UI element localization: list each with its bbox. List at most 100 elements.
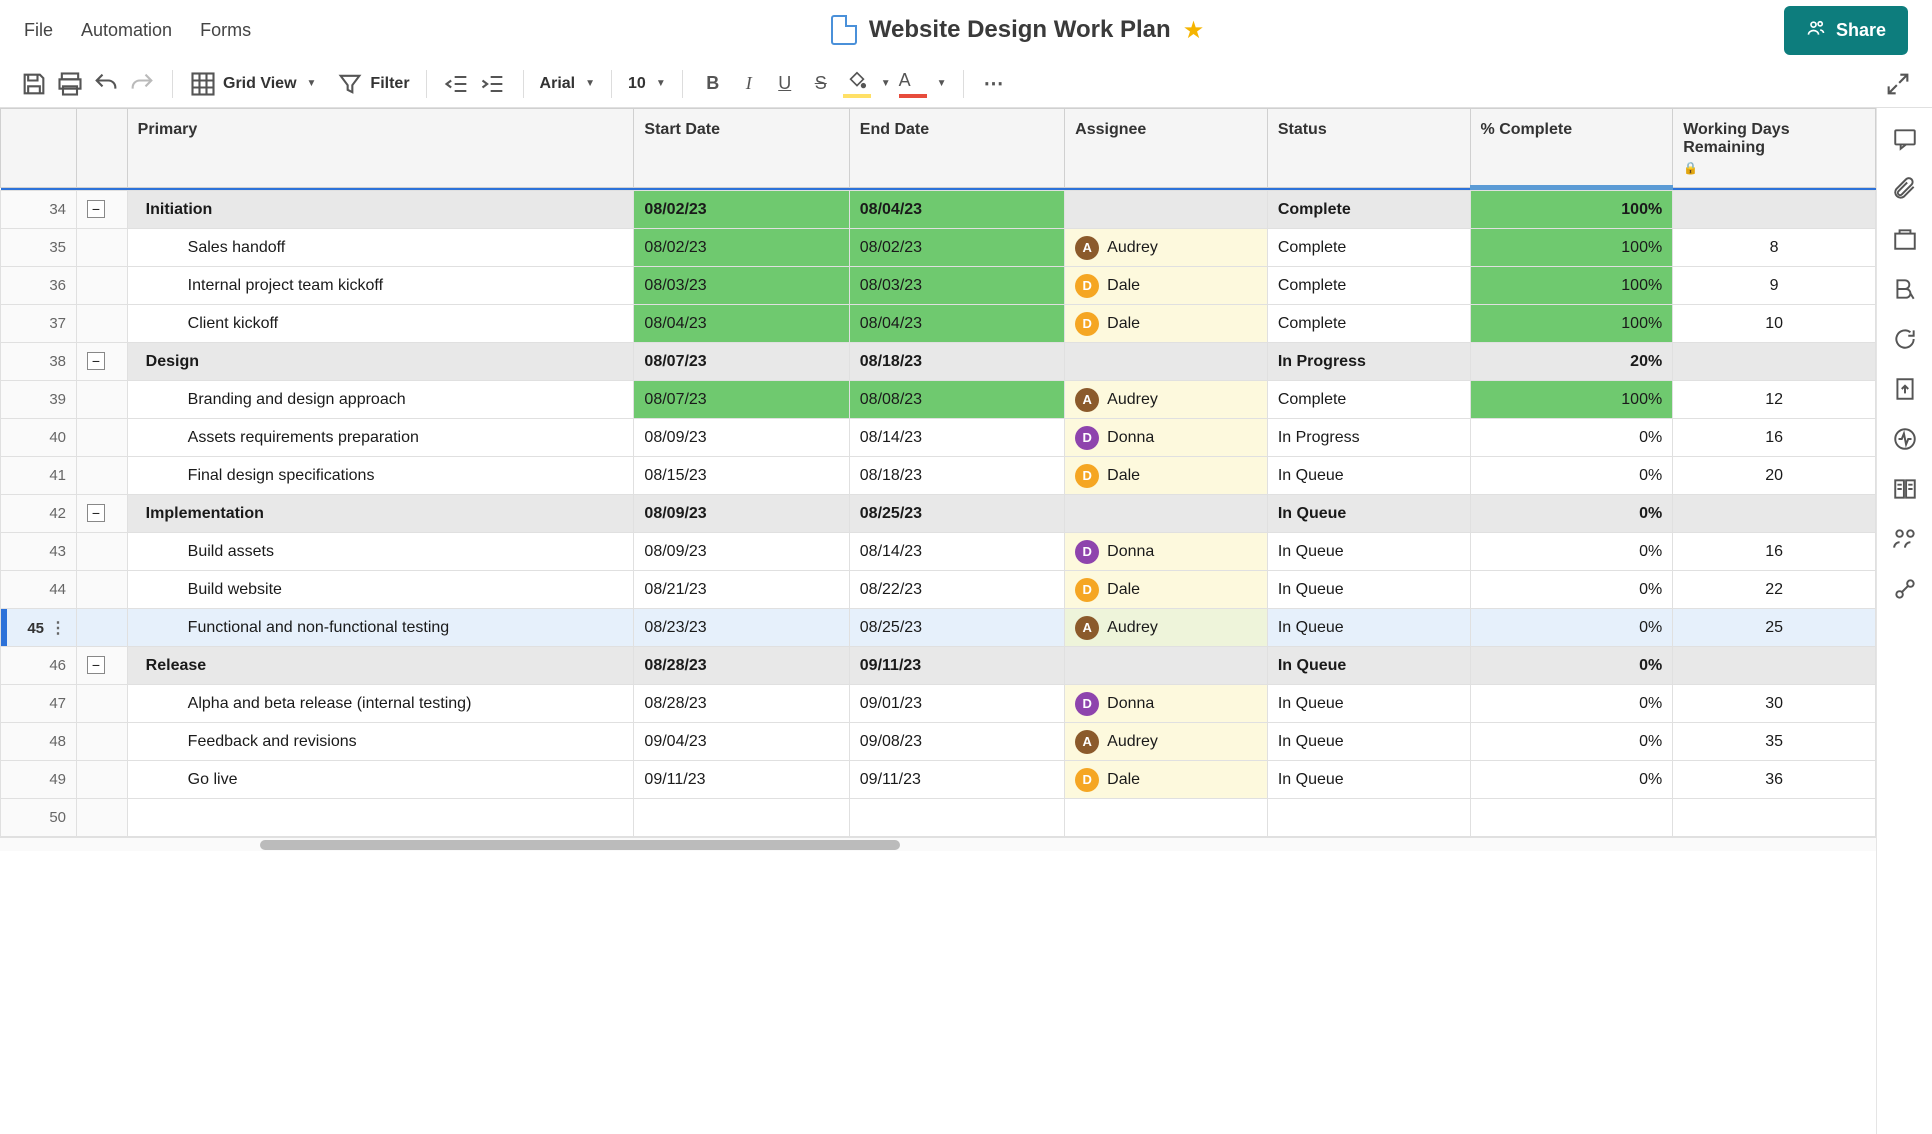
- table-row[interactable]: 47Alpha and beta release (internal testi…: [1, 685, 1876, 723]
- more-icon[interactable]: ⋯: [980, 70, 1008, 98]
- upload-icon[interactable]: [1892, 376, 1918, 402]
- status-cell[interactable]: In Queue: [1267, 571, 1470, 609]
- start-date-cell[interactable]: 08/15/23: [634, 457, 849, 495]
- primary-cell[interactable]: Go live: [127, 761, 634, 799]
- working-days-cell[interactable]: [1673, 495, 1876, 533]
- indent-icon[interactable]: [479, 70, 507, 98]
- row-number[interactable]: 39: [1, 381, 77, 419]
- row-number[interactable]: 34: [1, 191, 77, 229]
- header-pct-complete[interactable]: % Complete: [1470, 109, 1673, 188]
- working-days-cell[interactable]: 10: [1673, 305, 1876, 343]
- underline-icon[interactable]: U: [771, 70, 799, 98]
- primary-cell[interactable]: Final design specifications: [127, 457, 634, 495]
- menu-file[interactable]: File: [24, 20, 53, 41]
- end-date-cell[interactable]: 08/08/23: [849, 381, 1064, 419]
- assignee-cell[interactable]: DDale: [1065, 761, 1268, 799]
- end-date-cell[interactable]: 09/11/23: [849, 647, 1064, 685]
- table-row[interactable]: 34−Initiation08/02/2308/04/23Complete100…: [1, 191, 1876, 229]
- collapse-icon[interactable]: −: [87, 656, 105, 674]
- table-row[interactable]: 41Final design specifications08/15/2308/…: [1, 457, 1876, 495]
- connect-icon[interactable]: [1892, 576, 1918, 602]
- start-date-cell[interactable]: 08/02/23: [634, 229, 849, 267]
- end-date-cell[interactable]: 09/08/23: [849, 723, 1064, 761]
- header-working-days[interactable]: Working Days Remaining: [1673, 109, 1876, 188]
- row-number[interactable]: 40: [1, 419, 77, 457]
- pct-complete-cell[interactable]: 20%: [1470, 343, 1673, 381]
- start-date-cell[interactable]: 09/04/23: [634, 723, 849, 761]
- start-date-cell[interactable]: 08/03/23: [634, 267, 849, 305]
- table-row[interactable]: 48Feedback and revisions09/04/2309/08/23…: [1, 723, 1876, 761]
- filter-button[interactable]: Filter: [336, 70, 409, 98]
- pct-complete-cell[interactable]: 100%: [1470, 229, 1673, 267]
- row-number[interactable]: 36: [1, 267, 77, 305]
- end-date-cell[interactable]: 08/03/23: [849, 267, 1064, 305]
- header-start-date[interactable]: Start Date: [634, 109, 849, 188]
- data-grid[interactable]: Primary Start Date End Date Assignee Sta…: [0, 108, 1876, 837]
- working-days-cell[interactable]: [1673, 647, 1876, 685]
- start-date-cell[interactable]: 08/09/23: [634, 533, 849, 571]
- pct-complete-cell[interactable]: 0%: [1470, 685, 1673, 723]
- assignee-cell[interactable]: [1065, 191, 1268, 229]
- end-date-cell[interactable]: 08/18/23: [849, 343, 1064, 381]
- assignee-cell[interactable]: DDale: [1065, 267, 1268, 305]
- collapse-icon[interactable]: −: [87, 200, 105, 218]
- primary-cell[interactable]: Build assets: [127, 533, 634, 571]
- end-date-cell[interactable]: 08/22/23: [849, 571, 1064, 609]
- status-cell[interactable]: In Progress: [1267, 419, 1470, 457]
- table-row[interactable]: 39 Branding and design approach08/07/2308…: [1, 381, 1876, 419]
- assignee-cell[interactable]: DDale: [1065, 305, 1268, 343]
- status-cell[interactable]: Complete: [1267, 267, 1470, 305]
- status-cell[interactable]: In Queue: [1267, 761, 1470, 799]
- pct-complete-cell[interactable]: 100%: [1470, 191, 1673, 229]
- resource-icon[interactable]: [1892, 526, 1918, 552]
- table-row[interactable]: 42−Implementation08/09/2308/25/23In Queu…: [1, 495, 1876, 533]
- primary-cell[interactable]: Implementation: [127, 495, 634, 533]
- working-days-cell[interactable]: 35: [1673, 723, 1876, 761]
- table-row[interactable]: 36Internal project team kickoff08/03/230…: [1, 267, 1876, 305]
- working-days-cell[interactable]: 20: [1673, 457, 1876, 495]
- start-date-cell[interactable]: 08/07/23: [634, 343, 849, 381]
- favorite-star-icon[interactable]: ★: [1183, 16, 1205, 45]
- pct-complete-cell[interactable]: 0%: [1470, 723, 1673, 761]
- start-date-cell[interactable]: 08/21/23: [634, 571, 849, 609]
- expand-icon[interactable]: [1884, 70, 1912, 98]
- status-cell[interactable]: Complete: [1267, 305, 1470, 343]
- row-number[interactable]: 37: [1, 305, 77, 343]
- end-date-cell[interactable]: 08/04/23: [849, 191, 1064, 229]
- row-number[interactable]: 50: [1, 799, 77, 837]
- table-row[interactable]: 50: [1, 799, 1876, 837]
- pct-complete-cell[interactable]: 0%: [1470, 419, 1673, 457]
- table-row[interactable]: 49Go live09/11/2309/11/23DDaleIn Queue0%…: [1, 761, 1876, 799]
- primary-cell[interactable]: Branding and design approach: [127, 381, 634, 419]
- working-days-cell[interactable]: 36: [1673, 761, 1876, 799]
- status-cell[interactable]: In Progress: [1267, 343, 1470, 381]
- status-cell[interactable]: Complete: [1267, 381, 1470, 419]
- view-selector[interactable]: Grid View ▼: [189, 70, 316, 98]
- page-title[interactable]: Website Design Work Plan: [869, 16, 1171, 44]
- primary-cell[interactable]: Design: [127, 343, 634, 381]
- header-status[interactable]: Status: [1267, 109, 1470, 188]
- assignee-cell[interactable]: DDale: [1065, 571, 1268, 609]
- start-date-cell[interactable]: 08/07/23: [634, 381, 849, 419]
- redo-icon[interactable]: [128, 70, 156, 98]
- pct-complete-cell[interactable]: 0%: [1470, 495, 1673, 533]
- assignee-cell[interactable]: AAudrey: [1065, 723, 1268, 761]
- pct-complete-cell[interactable]: 0%: [1470, 457, 1673, 495]
- status-cell[interactable]: In Queue: [1267, 609, 1470, 647]
- refresh-icon[interactable]: [1892, 326, 1918, 352]
- row-number[interactable]: 49: [1, 761, 77, 799]
- strikethrough-icon[interactable]: S: [807, 70, 835, 98]
- start-date-cell[interactable]: 08/02/23: [634, 191, 849, 229]
- assignee-cell[interactable]: DDale: [1065, 457, 1268, 495]
- table-row[interactable]: 38−Design08/07/2308/18/23In Progress20%: [1, 343, 1876, 381]
- working-days-cell[interactable]: 25: [1673, 609, 1876, 647]
- end-date-cell[interactable]: 08/04/23: [849, 305, 1064, 343]
- undo-icon[interactable]: [92, 70, 120, 98]
- comments-icon[interactable]: [1892, 126, 1918, 152]
- working-days-cell[interactable]: 22: [1673, 571, 1876, 609]
- table-row[interactable]: 40Assets requirements preparation08/09/2…: [1, 419, 1876, 457]
- bold-icon[interactable]: B: [699, 70, 727, 98]
- table-row[interactable]: 44Build website08/21/2308/22/23DDaleIn Q…: [1, 571, 1876, 609]
- menu-automation[interactable]: Automation: [81, 20, 172, 41]
- row-number[interactable]: 42: [1, 495, 77, 533]
